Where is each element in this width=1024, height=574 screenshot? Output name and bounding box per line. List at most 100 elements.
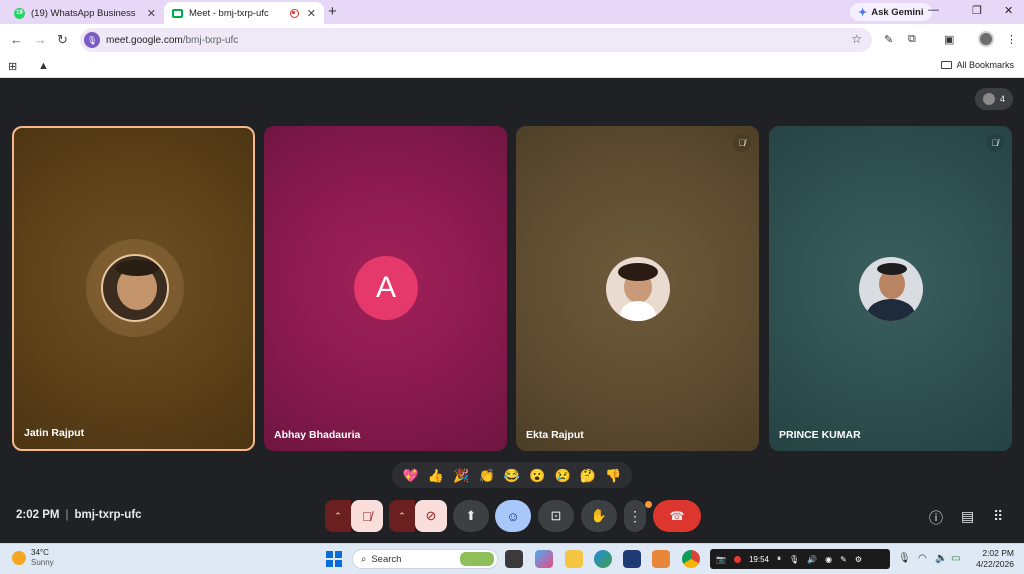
site-mic-icon[interactable]: 🎙 <box>84 32 100 48</box>
participant-avatar-icon <box>982 93 995 105</box>
tab-title: Meet - bmj-txrp-ufc <box>189 7 269 19</box>
participant-tile[interactable]: 🎙̸ PRINCE KUMAR <box>769 126 1012 451</box>
reaction-clap[interactable]: 👏 <box>479 469 495 482</box>
reaction-laugh[interactable]: 😂 <box>504 469 520 482</box>
emoji-icon: ☺ <box>506 508 520 524</box>
apps-grid-icon[interactable]: ⊞ <box>8 60 17 73</box>
bookmark-logo-icon[interactable]: ▲ <box>38 60 49 72</box>
chat-icon[interactable]: ▤ <box>961 508 974 525</box>
reaction-heart[interactable]: 💖 <box>403 469 419 482</box>
reaction-party[interactable]: 🎉 <box>453 469 469 482</box>
close-tab-icon[interactable]: ✕ <box>147 7 156 20</box>
participant-count: 4 <box>999 94 1005 104</box>
temperature: 34°C <box>31 548 49 557</box>
recorder-settings-icon[interactable]: ⚙ <box>855 555 862 564</box>
mic-off-icon: 🎙̸ <box>733 134 751 152</box>
restore-button[interactable]: ❐ <box>972 4 982 17</box>
tab-title: (19) WhatsApp Business <box>31 7 136 19</box>
camera-icon[interactable]: 📷 <box>716 555 726 564</box>
volume-icon[interactable]: 🔊 <box>807 555 817 564</box>
end-call-button[interactable]: ☎ <box>653 500 701 532</box>
pause-icon[interactable]: ⏸ <box>777 554 781 564</box>
reaction-thumbs-up[interactable]: 👍 <box>428 469 444 482</box>
captions-button[interactable]: ⊡ <box>538 500 574 532</box>
minimize-button[interactable]: — <box>928 4 939 16</box>
copilot-icon[interactable] <box>535 550 553 568</box>
hand-icon: ✋ <box>590 508 608 523</box>
extensions-icon[interactable]: ⧉ <box>908 33 916 46</box>
reaction-surprised[interactable]: 😮 <box>529 469 545 482</box>
activities-grid-icon[interactable]: ⠿ <box>993 508 1003 525</box>
speaker-icon[interactable]: 🔈 <box>935 553 947 564</box>
raise-hand-button[interactable]: ✋ <box>581 500 617 532</box>
mic-icon[interactable]: 🎙 <box>789 555 799 564</box>
tab-search-icon[interactable]: ▣ <box>944 33 954 46</box>
video-options-button[interactable]: ⌃ <box>389 500 415 532</box>
gemini-sparkle-icon: ✦ <box>858 6 868 19</box>
edge-icon[interactable] <box>594 550 612 568</box>
participants-chip[interactable]: 4 <box>975 88 1013 110</box>
participant-name: Jatin Rajput <box>24 427 85 439</box>
webcam-icon[interactable]: ◉ <box>825 555 832 564</box>
audio-options-button[interactable]: ⌃ <box>325 500 351 532</box>
bookmark-star-icon[interactable]: ☆ <box>851 32 862 46</box>
browser-menu-icon[interactable]: ⋮ <box>1006 33 1017 46</box>
draw-icon[interactable]: ✎ <box>840 555 847 564</box>
participant-tile[interactable]: Jatin Rajput <box>12 126 255 451</box>
app-icon[interactable] <box>652 550 670 568</box>
reaction-thumbs-down[interactable]: 👎 <box>605 469 621 482</box>
reaction-thinking[interactable]: 🤔 <box>580 469 596 482</box>
meeting-info-icon[interactable]: ⓘ <box>929 508 943 528</box>
tray-mic-icon[interactable]: 🎙 <box>898 553 911 564</box>
participant-tile[interactable]: A Abhay Bhadauria <box>264 126 507 451</box>
meet-icon <box>172 8 183 18</box>
ask-gemini-button[interactable]: ✦ Ask Gemini <box>850 3 932 21</box>
screen-recorder-bar: 📷 19:54 ⏸ 🎙 🔊 ◉ ✎ ⚙ <box>710 549 890 569</box>
participant-tile[interactable]: 🎙̸ Ekta Rajput <box>516 126 759 451</box>
reaction-sad[interactable]: 😢 <box>555 469 571 482</box>
windows-taskbar: 34°C Sunny ⌕ Search 📷 19:54 ⏸ 🎙 🔊 ◉ ✎ ⚙ … <box>0 543 1024 574</box>
camera-toggle-button[interactable]: ⊘ <box>415 500 447 532</box>
address-bar[interactable]: 🎙 meet.google.com/bmj-txrp-ufc ☆ <box>80 28 872 52</box>
present-icon: ⬆ <box>465 508 477 523</box>
clock-time: 2:02 PM <box>982 548 1014 558</box>
reload-icon[interactable]: ↻ <box>57 32 68 48</box>
wifi-icon[interactable]: ◠ <box>918 553 927 564</box>
back-arrow-icon[interactable]: ← <box>10 32 23 47</box>
clock-date: 4/22/2026 <box>976 559 1014 569</box>
search-highlight-image <box>460 552 494 566</box>
taskbar-search[interactable]: ⌕ Search <box>352 549 498 569</box>
ask-gemini-label: Ask Gemini <box>871 6 924 18</box>
battery-icon[interactable]: ▭ <box>951 553 960 564</box>
all-bookmarks-button[interactable]: All Bookmarks <box>941 60 1014 70</box>
task-view-icon[interactable] <box>505 550 523 568</box>
participant-avatar <box>859 257 923 321</box>
pen-icon[interactable]: ✎ <box>884 33 893 46</box>
windows-start-icon[interactable] <box>326 551 342 567</box>
mic-toggle-button[interactable]: 🎙̸ <box>351 500 383 532</box>
forward-arrow-icon[interactable]: → <box>34 32 47 47</box>
window-close-button[interactable]: ✕ <box>1004 4 1013 17</box>
close-tab-icon[interactable]: ✕ <box>307 7 316 20</box>
chrome-icon[interactable] <box>682 550 700 568</box>
weather-widget[interactable]: 34°C Sunny <box>12 548 54 568</box>
new-tab-button[interactable]: + <box>328 3 337 20</box>
store-icon[interactable] <box>623 550 641 568</box>
more-options-button[interactable]: ⋮ <box>624 500 646 532</box>
record-icon[interactable] <box>733 555 741 563</box>
camera-off-icon: ⊘ <box>425 508 437 523</box>
tab-whatsapp[interactable]: 19 (19) WhatsApp Business ✕ <box>6 2 164 24</box>
present-screen-button[interactable]: ⬆ <box>453 500 489 532</box>
notification-dot <box>645 501 652 508</box>
recording-icon <box>289 8 299 18</box>
search-label: Search <box>371 553 402 565</box>
profile-avatar[interactable] <box>978 31 994 47</box>
participant-avatar <box>606 257 670 321</box>
taskbar-clock[interactable]: 2:02 PM 4/22/2026 <box>976 548 1014 570</box>
participant-name: PRINCE KUMAR <box>779 429 861 441</box>
tab-meet[interactable]: Meet - bmj-txrp-ufc ✕ <box>164 2 324 24</box>
weather-text: 34°C Sunny <box>31 548 54 568</box>
file-explorer-icon[interactable] <box>565 550 583 568</box>
reactions-bar: 💖 👍 🎉 👏 😂 😮 😢 🤔 👎 <box>392 462 632 488</box>
reactions-button[interactable]: ☺ <box>495 500 531 532</box>
